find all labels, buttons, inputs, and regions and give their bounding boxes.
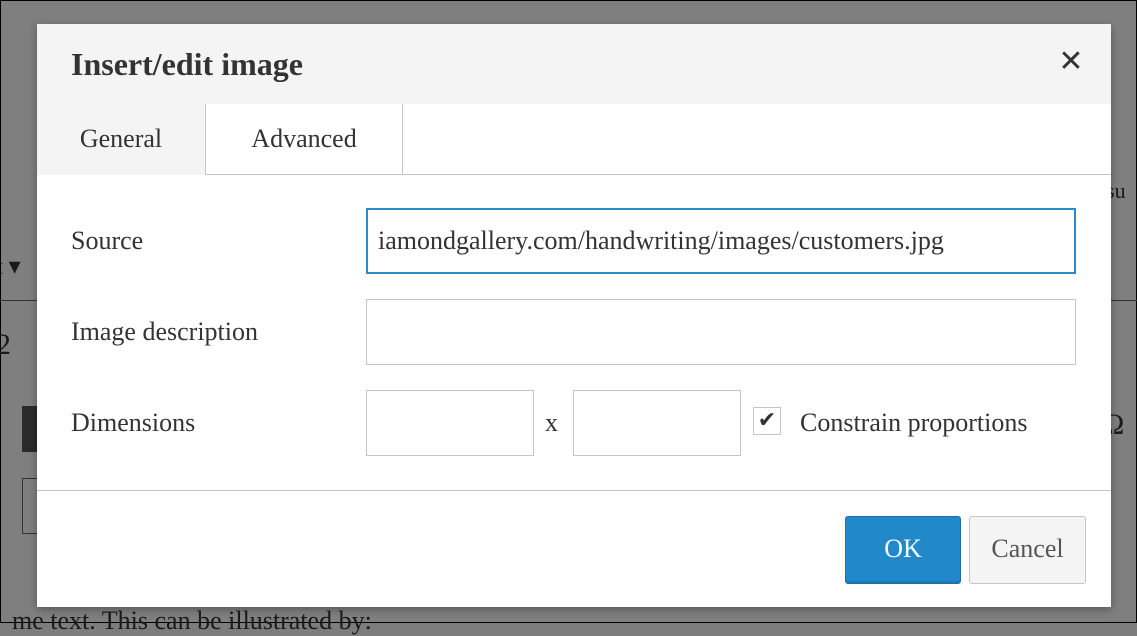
dialog-footer: OK Cancel [37, 490, 1111, 607]
insert-image-dialog: Insert/edit image ✕ General Advanced Sou… [37, 24, 1111, 607]
background-glyph-left: 2 [0, 328, 11, 361]
width-input[interactable] [366, 390, 534, 456]
background-divider-left [0, 300, 40, 301]
image-description-label: Image description [71, 317, 258, 346]
image-description-input[interactable] [366, 299, 1076, 365]
dimensions-label: Dimensions [71, 408, 196, 437]
dimensions-separator: x [545, 408, 558, 437]
dialog-tabs: General Advanced [37, 104, 1111, 175]
source-input[interactable]: iamondgallery.com/handwriting/images/cus… [366, 208, 1076, 274]
source-label: Source [71, 226, 144, 255]
background-toolbar-fragment: t ▾ [0, 254, 21, 280]
tab-general[interactable]: General [37, 104, 206, 175]
checkmark-icon: ✔ [757, 408, 777, 433]
background-body-text: me text. This can be illustrated by: [12, 606, 372, 635]
cancel-button[interactable]: Cancel [969, 516, 1086, 584]
tab-advanced[interactable]: Advanced [206, 104, 403, 174]
background-toolbar-block [22, 406, 37, 452]
description-row: Image description [37, 299, 1111, 365]
constrain-proportions-checkbox[interactable]: ✔ [753, 407, 781, 435]
height-input[interactable] [573, 390, 741, 456]
source-row: Source iamondgallery.com/handwriting/ima… [37, 208, 1111, 274]
dialog-header: Insert/edit image ✕ [37, 24, 1111, 104]
dialog-title: Insert/edit image [71, 46, 303, 82]
ok-button[interactable]: OK [845, 516, 961, 584]
constrain-proportions-label[interactable]: Constrain proportions [800, 390, 1028, 456]
close-icon[interactable]: ✕ [1053, 44, 1089, 80]
dimensions-row: Dimensions x ✔ Constrain proportions [37, 390, 1111, 456]
